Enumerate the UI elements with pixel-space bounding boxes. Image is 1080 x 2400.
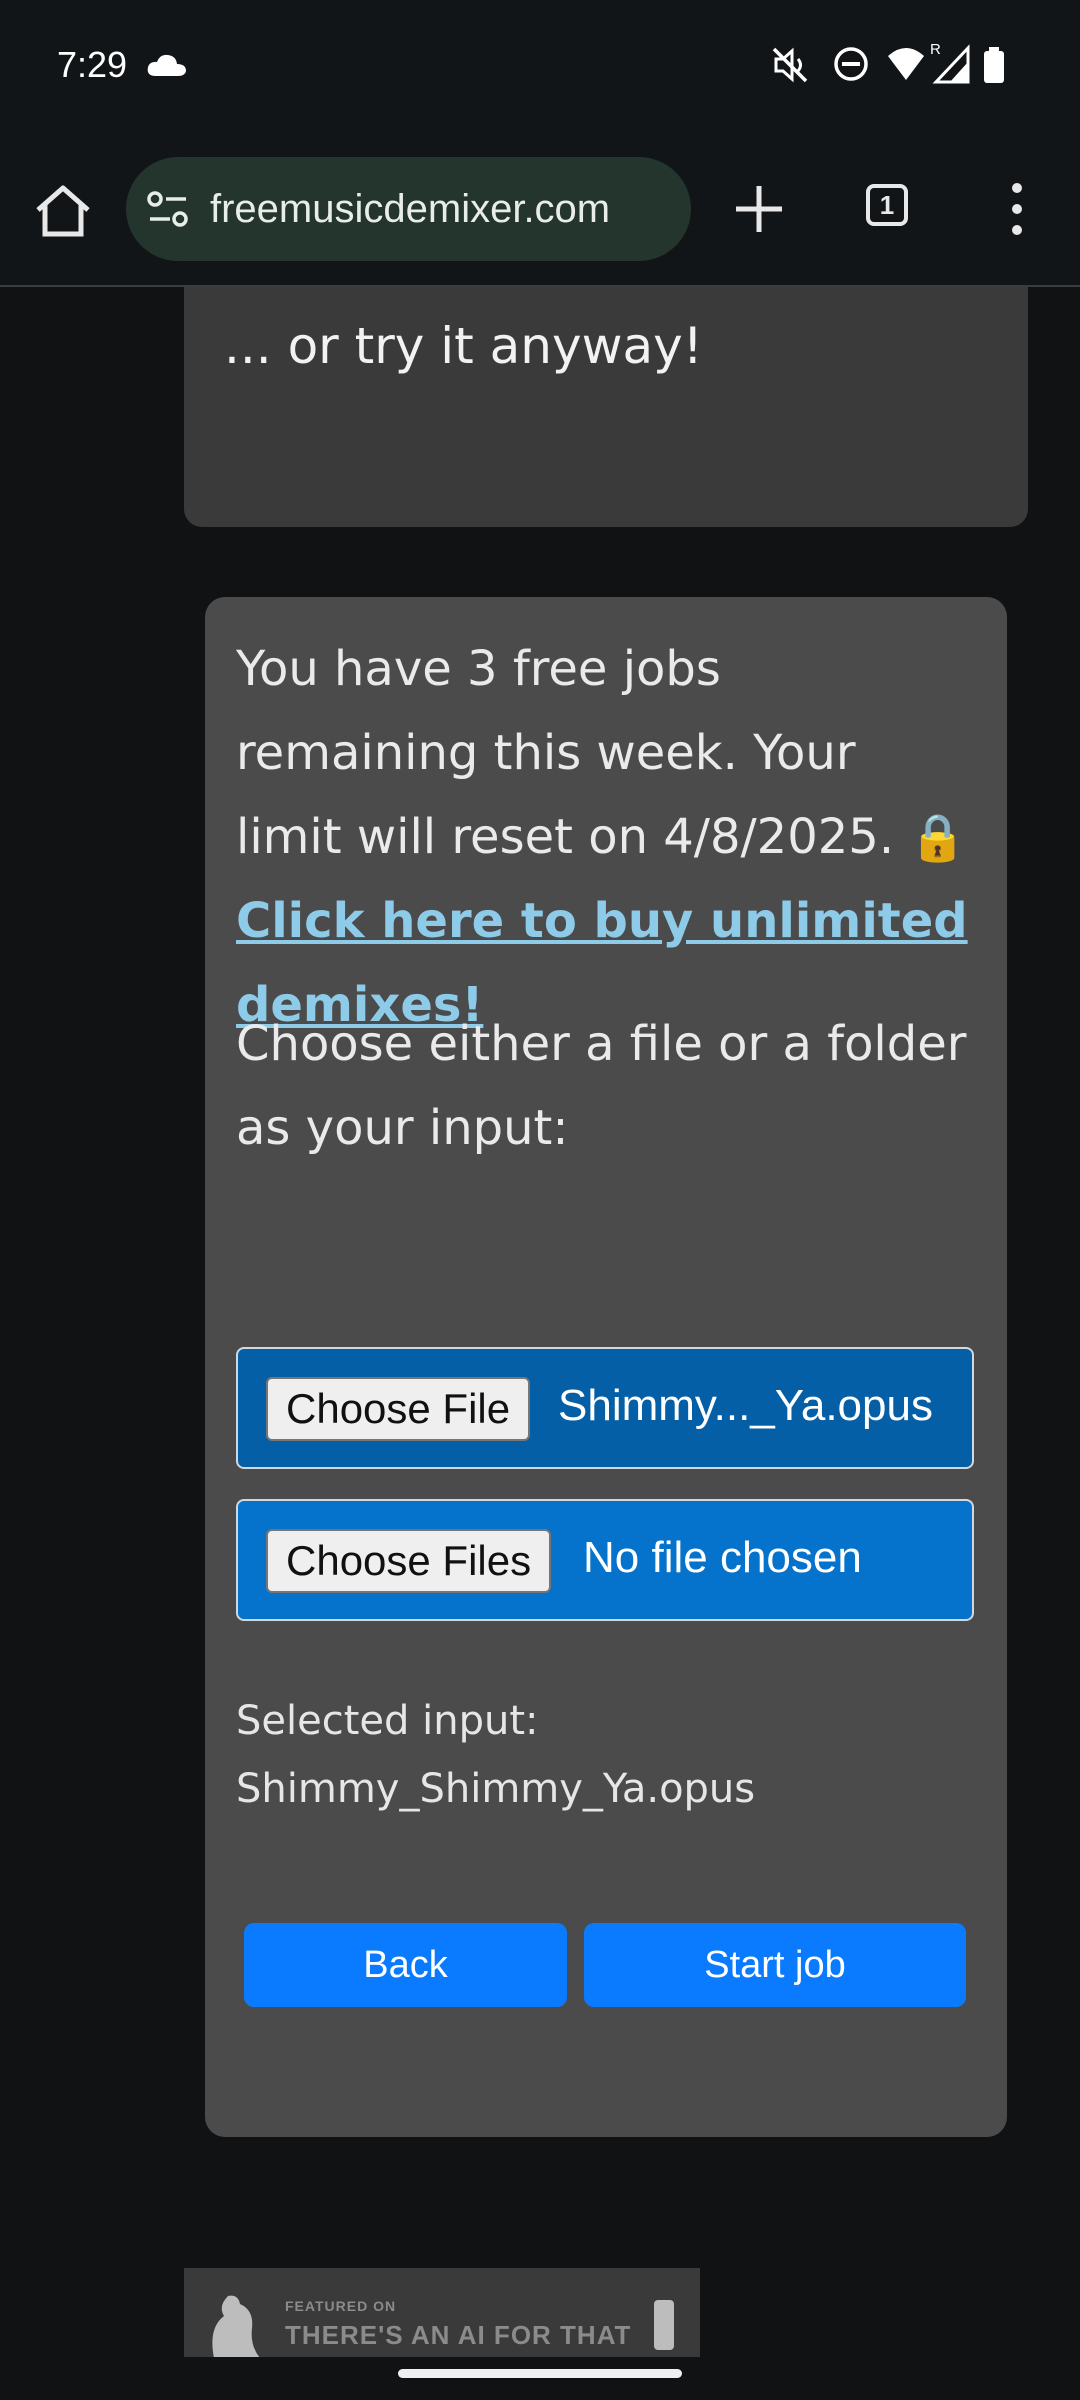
banner-mark-icon <box>654 2300 674 2350</box>
lock-icon: 🔒 <box>909 810 967 864</box>
clock: 7:29 <box>57 44 128 85</box>
try-anyway-text: ... or try it anyway! <box>224 317 703 375</box>
status-bar: 7:29 R <box>0 0 1080 140</box>
new-tab-icon[interactable] <box>730 180 788 238</box>
folder-input[interactable]: Choose Files No file chosen <box>236 1499 974 1621</box>
choose-files-button[interactable]: Choose Files <box>266 1529 552 1593</box>
page-content: ... or try it anyway! You have 3 free jo… <box>0 287 1080 2357</box>
featured-on-label: FEATURED ON <box>285 2298 397 2314</box>
featured-on-title: THERE'S AN AI FOR THAT <box>285 2320 632 2350</box>
free-jobs-notice: You have 3 free jobs remaining this week… <box>236 627 976 1047</box>
do-not-disturb-icon <box>834 47 868 81</box>
address-bar[interactable]: freemusicdemixer.com <box>126 157 691 261</box>
browser-toolbar: freemusicdemixer.com 1 <box>0 140 1080 287</box>
chosen-file-name: Shimmy..._Ya.opus <box>558 1381 933 1430</box>
tab-switcher-button[interactable]: 1 <box>862 180 920 238</box>
jobs-remaining-text: You have 3 free jobs remaining this week… <box>236 641 895 865</box>
featured-on-banner[interactable]: FEATURED ON THERE'S AN AI FOR THAT <box>184 2268 700 2357</box>
start-job-button[interactable]: Start job <box>584 1923 966 2007</box>
cellular-signal-icon: R <box>930 41 970 84</box>
input-instructions: Choose either a file or a folder as your… <box>236 1016 967 1156</box>
selected-input-label: Selected input: <box>236 1698 539 1744</box>
battery-icon <box>984 47 1004 83</box>
file-input[interactable]: Choose File Shimmy..._Ya.opus <box>236 1347 974 1469</box>
mute-vibrate-icon <box>772 47 808 83</box>
site-info-icon[interactable] <box>146 189 190 229</box>
top-card: ... or try it anyway! <box>184 287 1028 527</box>
gesture-nav-bar <box>0 2357 1080 2400</box>
selected-input-value: Shimmy_Shimmy_Ya.opus <box>236 1766 756 1812</box>
svg-text:R: R <box>930 41 941 58</box>
url-text[interactable]: freemusicdemixer.com <box>210 187 610 232</box>
tab-count: 1 <box>866 184 908 226</box>
home-gesture-handle[interactable] <box>398 2369 682 2378</box>
choose-file-button[interactable]: Choose File <box>266 1377 531 1441</box>
ai-logo-icon <box>212 2295 260 2357</box>
wifi-icon <box>888 48 924 80</box>
selected-input: Selected input: Shimmy_Shimmy_Ya.opus <box>236 1687 755 1823</box>
chosen-folder-status: No file chosen <box>583 1533 862 1582</box>
cloud-icon <box>147 54 186 76</box>
back-button[interactable]: Back <box>244 1923 567 2007</box>
job-card: You have 3 free jobs remaining this week… <box>205 597 1007 2137</box>
more-options-icon[interactable] <box>1000 178 1034 240</box>
home-icon[interactable] <box>30 178 96 244</box>
